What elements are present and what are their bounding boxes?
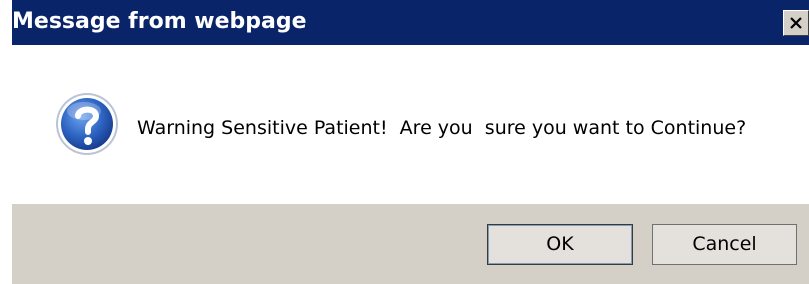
dialog-content: Warning Sensitive Patient! Are you sure … (12, 45, 809, 204)
question-icon (56, 93, 118, 155)
dialog-title: Message from webpage (12, 9, 307, 34)
ok-button[interactable]: OK (487, 224, 633, 265)
cancel-button[interactable]: Cancel (652, 224, 797, 265)
close-button[interactable] (783, 10, 809, 36)
dialog-message: Warning Sensitive Patient! Are you sure … (137, 117, 747, 139)
title-bar[interactable]: Message from webpage (12, 0, 809, 45)
button-bar: OK Cancel (12, 204, 809, 284)
close-icon (790, 17, 802, 29)
message-dialog: Message from webpage Warning Sensitive P… (0, 0, 809, 284)
